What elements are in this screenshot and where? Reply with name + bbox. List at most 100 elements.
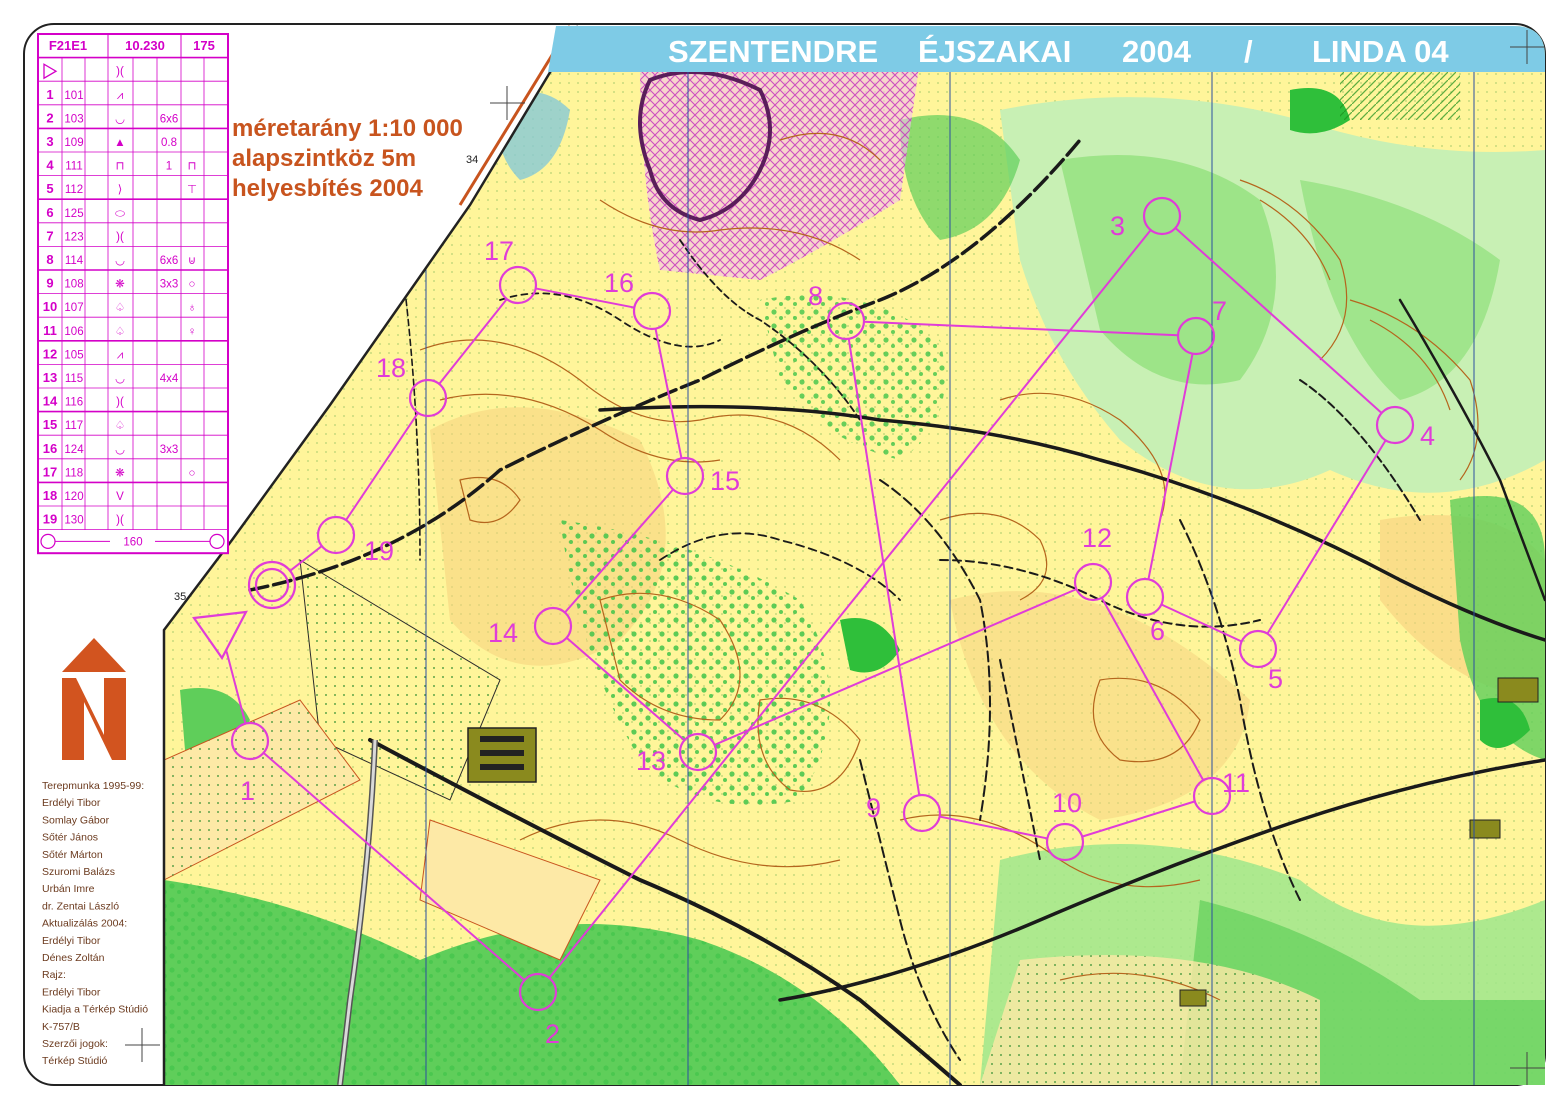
cd-cell-feature: ⬭ [115,208,126,220]
building [467,727,537,783]
credit-line: Erdélyi Tibor [42,797,101,809]
cd-cell-code: 130 [64,515,83,527]
cd-cell-dim: 3x3 [160,444,179,456]
cd-cell-extra: ♁ [188,302,197,314]
control-number-19: 19 [364,536,394,566]
cd-cell-feature: ❋ [115,279,125,291]
cd-cell-extra: ○ [189,467,196,479]
title-part-club: LINDA 04 [1312,34,1449,69]
cd-cell-code: 118 [65,467,83,479]
control-number-10: 10 [1052,788,1082,818]
cd-header-cell: 175 [193,38,215,53]
control-number-8: 8 [808,281,823,311]
grid-label-top: 34 [466,154,478,166]
title-part-year: 2004 [1122,34,1192,69]
cd-cell-feature: )( [116,231,124,243]
control-number-11: 11 [1222,768,1250,798]
credit-line: Szerzői jogok: [42,1038,108,1050]
cd-cell-code: 124 [64,444,84,456]
cd-cell-num: 1 [46,87,53,102]
credit-line: Terepmunka 1995-99: [42,780,144,792]
cd-cell-feature: ▲ [114,137,125,149]
control-number-13: 13 [636,746,666,776]
cd-cell-feature: ⩘ [117,90,124,102]
cd-cell-extra: ♀ [188,326,197,338]
contour-interval-text: alapszintköz 5m [232,145,416,172]
cd-cell-code: 109 [64,137,83,149]
cd-cell-feature: )( [116,397,124,409]
cd-cell-code: 120 [64,491,83,503]
control-number-12: 12 [1082,523,1112,553]
credit-line: Kiadja a Térkép Stúdió [42,1004,148,1016]
credit-line: Urbán Imre [42,883,95,895]
cd-cell-feature: ◡ [115,373,125,385]
control-number-17: 17 [484,236,514,266]
control-number-16: 16 [604,268,634,298]
cd-cell-code: 114 [65,255,84,267]
cd-header-cell: F21E1 [49,38,87,53]
credit-line: Szuromi Balázs [42,866,115,878]
credit-line: Erdélyi Tibor [42,986,101,998]
cd-cell-extra: ⊤ [187,184,197,196]
credit-line: Sőtér János [42,832,98,844]
cd-cell-code: 106 [64,326,83,338]
cd-cell-dim: 6x6 [160,255,179,267]
cd-cell-feature: )( [116,515,124,527]
cd-cell-feature: ⩘ [117,349,124,361]
cd-cell-feature: ⊓ [116,161,125,173]
cd-cell-num: 2 [46,110,53,125]
cd-cell-feature: ♤ [115,326,125,338]
cd-cell-num: 18 [43,488,57,503]
credit-line: dr. Zentai László [42,900,119,912]
control-number-5: 5 [1268,664,1283,694]
cd-cell-num: 13 [43,370,57,385]
control-number-18: 18 [376,353,406,383]
cd-cell-code: 115 [65,373,83,385]
control-number-2: 2 [545,1019,560,1049]
cd-cell-feature: ❋ [115,467,125,479]
cd-header-cell: 10.230 [125,38,165,53]
cd-cell-code: 123 [64,231,83,243]
control-number-1: 1 [240,776,255,806]
credit-line: Rajz: [42,969,66,981]
revision-text: helyesbítés 2004 [232,175,423,202]
title-part-event: ÉJSZAKAI [918,34,1071,69]
cd-cell-feature: ◡ [115,113,125,125]
control-number-14: 14 [488,618,518,648]
credit-line: Sőtér Márton [42,849,103,861]
title-part-town: SZENTENDRE [668,34,878,69]
cd-cell-code: 125 [64,208,83,220]
cd-cell-dim: 4x4 [160,373,179,385]
cd-cell-num: 10 [43,299,57,314]
title-part-separator: / [1244,34,1253,69]
cd-cell-code: 116 [65,397,83,409]
cd-cell-extra: ○ [189,279,196,291]
cd-cell-num: 17 [43,464,57,479]
cd-cell-feature: ◡ [115,255,125,267]
cd-cell-code: 111 [65,161,82,173]
credit-line: Térkép Stúdió [42,1055,108,1067]
cd-cell-feature: ⟩ [118,183,123,196]
control-number-7: 7 [1212,296,1227,326]
scale-text: méretarány 1:10 000 [232,115,463,142]
cd-cell-code: 117 [65,420,83,432]
grid-label-left: 35 [174,591,186,603]
cd-cell-dim: 6x6 [160,113,179,125]
orienteering-map: SZENTENDRE ÉJSZAKAI 2004 / LINDA 04 mére… [23,23,1546,1086]
orienteering-map-page: SZENTENDRE ÉJSZAKAI 2004 / LINDA 04 mére… [0,0,1567,1111]
control-number-6: 6 [1150,616,1165,646]
control-number-9: 9 [866,793,881,823]
cd-cell-feature: ◡ [115,444,125,456]
credit-line: Erdélyi Tibor [42,935,101,947]
cd-cell-code: 101 [64,90,83,102]
cd-cell-code: 105 [64,349,83,361]
control-description-table: F21E1 10.230 175)(1 101 ⩘2 103 ◡ 6x63 109 ▲ 0.84 11… [37,33,229,555]
cd-cell-extra: ⊓ [188,161,197,173]
cd-cell-dim: 0.8 [161,137,177,149]
cd-cell-num: 5 [46,181,53,196]
cd-cell-num: 9 [46,276,53,291]
credit-line: Somlay Gábor [42,814,110,826]
cd-cell-dim: 1 [166,161,172,173]
cd-cell-extra: ⊍ [188,255,196,267]
cd-cell-num: 7 [46,228,53,243]
